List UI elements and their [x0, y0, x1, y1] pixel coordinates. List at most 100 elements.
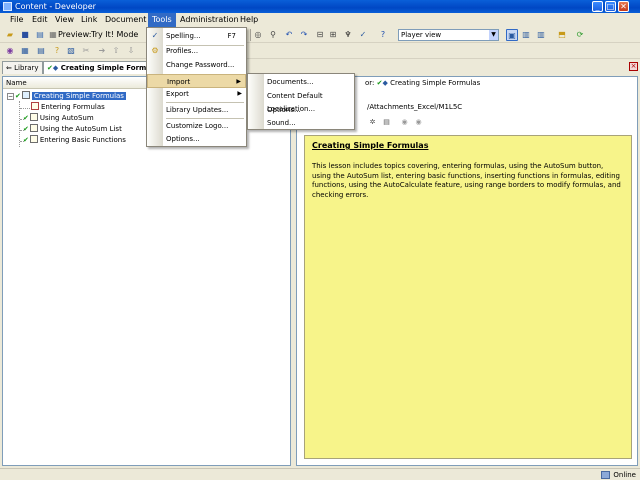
new-module-icon[interactable]: ▤: [35, 45, 47, 57]
check-icon: ✔: [23, 114, 29, 122]
minimize-button[interactable]: _: [592, 1, 603, 12]
menu-item-localization[interactable]: Localization...: [248, 102, 354, 116]
menu-item-profiles[interactable]: ⚙ Profiles...: [147, 44, 246, 58]
menu-file[interactable]: File: [6, 13, 27, 27]
menu-item-library-updates[interactable]: Library Updates...: [147, 103, 246, 117]
refresh-icon[interactable]: ⟳: [574, 29, 586, 41]
tools-menu: ✓ Spelling... F7 ⚙ Profiles... Change Pa…: [146, 27, 247, 147]
menu-item-import[interactable]: Import ▶: [147, 74, 246, 88]
check-icon: ✔: [15, 92, 21, 100]
new-topic-icon[interactable]: ?: [51, 45, 63, 57]
menu-item-content-defaults[interactable]: Content Default Options...: [248, 89, 354, 114]
close-tab-icon[interactable]: ×: [629, 62, 638, 71]
tab-library[interactable]: ⇐ Library: [2, 61, 43, 74]
tab-strip: ⇐ Library ✔◆ Creating Simple Formulas ×: [0, 60, 640, 74]
forward-icon[interactable]: ◉: [413, 117, 424, 128]
tree-item[interactable]: ✔ Using AutoSum: [23, 113, 94, 124]
settings-icon[interactable]: ✲: [367, 117, 378, 128]
submenu-arrow-icon: ▶: [237, 90, 242, 97]
menu-view[interactable]: View: [51, 13, 78, 27]
menu-item-spelling[interactable]: ✓ Spelling... F7: [147, 29, 246, 43]
menu-item-customize-logo[interactable]: Customize Logo...: [147, 119, 246, 133]
title-bar: Content - Developer _ □ ✕: [0, 0, 640, 13]
save-icon[interactable]: ■: [19, 29, 31, 41]
menu-item-export[interactable]: Export ▶: [147, 87, 246, 101]
content-preview[interactable]: Creating Simple Formulas This lesson inc…: [304, 135, 632, 459]
cut-icon[interactable]: ✂: [80, 45, 92, 57]
menu-item-import-documents[interactable]: Documents...: [248, 75, 354, 89]
topic-icon: [29, 124, 38, 132]
menu-item-options[interactable]: Options...: [147, 132, 246, 146]
menu-link[interactable]: Link: [77, 13, 101, 27]
outline-icon: ◆: [382, 79, 388, 87]
tree-connector: [20, 108, 30, 109]
layout-split-icon[interactable]: ▥: [520, 29, 532, 41]
back-icon[interactable]: ◉: [399, 117, 410, 128]
toolbar-secondary: ◉ ▦ ▤ ? ▧ ✂ ➔ ⇧ ⇩: [0, 43, 640, 59]
move-up-icon[interactable]: ⇧: [110, 45, 122, 57]
tree-item[interactable]: ✔ Entering Basic Functions: [23, 135, 126, 146]
menu-document[interactable]: Document: [101, 13, 150, 27]
check-icon: ✔: [23, 136, 29, 144]
menu-edit[interactable]: Edit: [28, 13, 52, 27]
check-icon: ✔: [23, 125, 29, 133]
collapse-icon[interactable]: −: [7, 93, 14, 100]
new-outline-icon[interactable]: ▦: [19, 45, 31, 57]
toolbar-separator: [250, 29, 251, 41]
menu-bar: File Edit View Link Document Tools Admin…: [0, 13, 640, 27]
import-submenu: Documents... Content Default Options... …: [247, 73, 355, 130]
spellcheck-icon[interactable]: ✓: [357, 29, 369, 41]
player-view-select[interactable]: Player view ▼: [398, 29, 499, 41]
tab-outline[interactable]: ✔◆ Creating Simple Formulas: [43, 61, 147, 74]
menu-help[interactable]: Help: [236, 13, 262, 27]
move-down-icon[interactable]: ⇩: [125, 45, 137, 57]
module-icon: [21, 91, 30, 99]
library-icon: ⇐: [6, 64, 15, 72]
content-body: This lesson includes topics covering, en…: [312, 162, 621, 199]
undo-icon[interactable]: ↶: [283, 29, 295, 41]
document-edit-icon[interactable]: ▤: [381, 117, 392, 128]
chevron-down-icon: ▼: [489, 30, 498, 40]
layout-single-icon[interactable]: ▣: [506, 29, 518, 41]
close-button[interactable]: ✕: [618, 1, 629, 12]
publish-icon[interactable]: ⬒: [556, 29, 568, 41]
layout-columns-icon[interactable]: ▥: [535, 29, 547, 41]
help-icon[interactable]: ?: [377, 29, 389, 41]
status-text: Online: [613, 471, 636, 479]
spellcheck-icon: ✓: [151, 31, 159, 40]
outline-icon: ◆: [52, 64, 59, 72]
move-right-icon[interactable]: ➔: [96, 45, 108, 57]
preview-mode-value[interactable]: Try It! Mode: [91, 29, 138, 41]
document-path: /Attachments_Excel/M1L5C: [367, 103, 463, 111]
editor-pane: or: ✔◆ Creating Simple Formulas /Attachm…: [296, 76, 638, 466]
toolbar-main: ▰ ■ ▤ ▦ Preview: Try It! Mode ◎ ⚲ ↶ ↷ ⊟ …: [0, 27, 640, 43]
app-icon: [3, 2, 12, 11]
binoculars-icon[interactable]: ♆: [342, 29, 354, 41]
profiles-icon: ⚙: [151, 46, 159, 55]
new-page-icon[interactable]: ▧: [65, 45, 77, 57]
tree-item[interactable]: Entering Formulas: [31, 102, 105, 113]
menu-item-change-password[interactable]: Change Password...: [147, 58, 246, 72]
zoom-out-icon[interactable]: ⊟: [314, 29, 326, 41]
tree-root[interactable]: ✔ Creating Simple Formulas: [15, 91, 126, 102]
print-icon[interactable]: ▤: [34, 29, 46, 41]
topic-icon: [29, 113, 38, 121]
redo-icon[interactable]: ↷: [298, 29, 310, 41]
find-icon[interactable]: ◎: [252, 29, 264, 41]
menu-tools[interactable]: Tools: [148, 13, 176, 27]
shortcut-label: F7: [227, 32, 236, 40]
tree-item[interactable]: ✔ Using the AutoSum List: [23, 124, 122, 135]
zoom-in-icon[interactable]: ⊞: [327, 29, 339, 41]
menu-item-sound[interactable]: Sound...: [248, 116, 354, 130]
preview-label: Preview:: [58, 30, 92, 39]
status-bar: Online: [0, 468, 640, 480]
player-view-value: Player view: [401, 31, 442, 39]
open-folder-icon[interactable]: ▰: [4, 29, 16, 41]
editor-header-title: Creating Simple Formulas: [390, 79, 481, 87]
menu-administration[interactable]: Administration: [176, 13, 243, 27]
maximize-button[interactable]: □: [605, 1, 616, 12]
topic-icon: [31, 102, 39, 110]
new-document-icon[interactable]: ◉: [4, 45, 16, 57]
link-icon[interactable]: ⚲: [267, 29, 279, 41]
network-icon: [601, 471, 610, 479]
